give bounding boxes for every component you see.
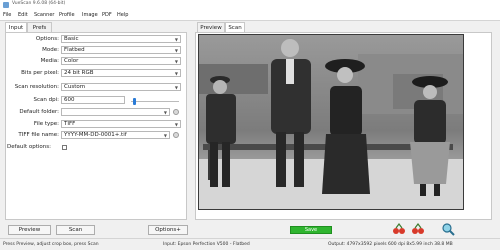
file-type-label: File type: xyxy=(33,121,59,127)
menu-edit[interactable]: Edit xyxy=(18,12,28,18)
menu-pdf[interactable]: PDF xyxy=(102,12,112,18)
browse-folder-button[interactable] xyxy=(173,109,179,115)
menu-profile[interactable]: Profile xyxy=(59,12,75,18)
scan-resolution-select[interactable]: Custom ▼ xyxy=(61,83,181,91)
zoom-icon[interactable] xyxy=(441,222,455,236)
tab-scan[interactable]: Scan xyxy=(225,22,245,32)
mode-value: Flatbed xyxy=(64,47,85,53)
vintage-photo-image xyxy=(198,34,464,210)
scanned-photo-preview[interactable] xyxy=(198,34,464,210)
bits-per-pixel-value: 24 bit RGB xyxy=(64,70,94,76)
save-button[interactable]: Save xyxy=(290,226,332,234)
scan-dpi-slider-track[interactable] xyxy=(131,101,179,102)
chevron-down-icon: ▼ xyxy=(163,110,167,115)
scan-button[interactable]: Scan xyxy=(56,225,95,235)
file-type-value: TIFF xyxy=(64,121,76,127)
default-options-checkbox[interactable] xyxy=(62,145,67,150)
default-options-label: Default options: xyxy=(7,144,51,150)
scan-resolution-value: Custom xyxy=(64,84,86,90)
chevron-down-icon: ▼ xyxy=(163,133,167,138)
chevron-down-icon: ▼ xyxy=(174,85,178,90)
bits-per-pixel-label: Bits per pixel: xyxy=(21,70,59,76)
crop-rotate-icon[interactable] xyxy=(392,222,406,236)
scan-resolution-label: Scan resolution: xyxy=(14,84,59,90)
menu-scanner[interactable]: Scanner xyxy=(34,12,54,18)
options-value: Basic xyxy=(64,36,79,42)
status-input-text: Input: Epson Perfection V500 - Flatbed xyxy=(163,242,250,247)
tiff-file-name-label: TIFF file name: xyxy=(18,132,59,138)
scan-dpi-label: Scan dpi: xyxy=(33,97,59,103)
tiff-name-options-button[interactable] xyxy=(173,132,179,138)
chevron-down-icon: ▼ xyxy=(174,71,178,76)
chevron-down-icon: ▼ xyxy=(174,122,178,127)
tiff-file-name-value: YYYY-MM-DD-0001+.tif xyxy=(64,132,127,138)
window-title: VueScan 9.6.08 (64-bit) xyxy=(12,1,66,6)
tiff-file-name-select[interactable]: YYYY-MM-DD-0001+.tif ▼ xyxy=(61,131,170,139)
chevron-down-icon: ▼ xyxy=(174,48,178,53)
menu-image[interactable]: Image xyxy=(82,12,98,18)
rotate-image-icon[interactable] xyxy=(411,222,425,236)
title-bar: VueScan 9.6.08 (64-bit) xyxy=(0,0,500,10)
mode-label: Mode: xyxy=(42,47,59,53)
tab-preview[interactable]: Preview xyxy=(197,22,225,32)
menu-help[interactable]: Help xyxy=(117,12,128,18)
file-type-select[interactable]: TIFF ▼ xyxy=(61,120,181,128)
status-bar: Press Preview, adjust crop box, press Sc… xyxy=(0,238,500,250)
options-select[interactable]: Basic ▼ xyxy=(61,35,181,43)
media-select[interactable]: Color ▼ xyxy=(61,57,181,65)
app-icon xyxy=(3,2,9,8)
mode-select[interactable]: Flatbed ▼ xyxy=(61,46,181,54)
default-folder-select[interactable]: ▼ xyxy=(61,108,170,116)
default-folder-label: Default folder: xyxy=(19,109,59,115)
scan-dpi-slider-thumb[interactable] xyxy=(133,98,136,105)
tab-prefs[interactable]: Prefs xyxy=(27,22,52,32)
media-label: Media: xyxy=(40,58,59,64)
media-value: Color xyxy=(64,58,79,64)
status-output-text: Output: 4797x3592 pixels 600 dpi 8x5.99 … xyxy=(328,242,453,247)
menu-bar: File Edit Scanner Profile Image PDF Help xyxy=(0,10,500,20)
options-more-button[interactable]: Options+ xyxy=(148,225,188,235)
chevron-down-icon: ▼ xyxy=(174,59,178,64)
preview-button[interactable]: Preview xyxy=(8,225,51,235)
bits-per-pixel-select[interactable]: 24 bit RGB ▼ xyxy=(61,69,181,77)
menu-divider xyxy=(0,20,500,21)
tab-input[interactable]: Input xyxy=(5,22,27,32)
options-label: Options: xyxy=(35,36,59,42)
menu-file[interactable]: File xyxy=(3,12,11,18)
app-window: VueScan 9.6.08 (64-bit) File Edit Scanne… xyxy=(0,0,500,250)
chevron-down-icon: ▼ xyxy=(174,37,178,42)
status-left-text: Press Preview, adjust crop box, press Sc… xyxy=(3,242,99,247)
scan-dpi-input[interactable]: 600 xyxy=(61,96,125,104)
